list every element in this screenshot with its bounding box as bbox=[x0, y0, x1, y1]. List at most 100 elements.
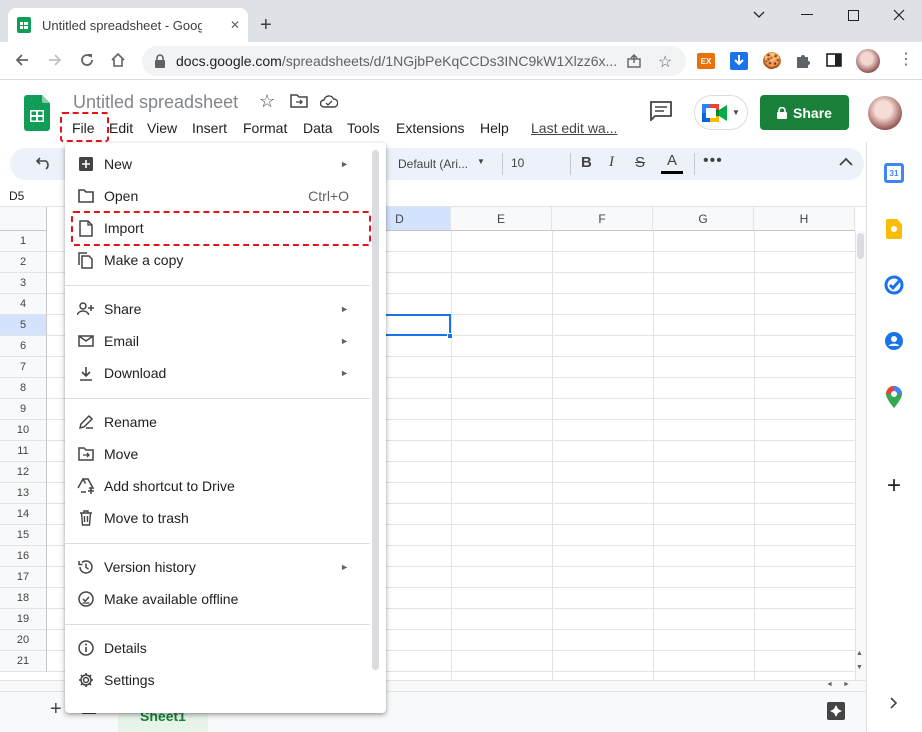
row-header[interactable]: 8 bbox=[0, 378, 47, 399]
back-arrow-icon[interactable] bbox=[12, 50, 32, 70]
menu-item-version-history[interactable]: Version history ► bbox=[65, 551, 375, 583]
expand-side-panel-icon[interactable] bbox=[877, 686, 911, 720]
menu-item-settings[interactable]: Settings bbox=[65, 664, 375, 696]
select-all-corner[interactable] bbox=[0, 207, 47, 231]
contacts-icon[interactable] bbox=[877, 324, 911, 358]
menu-item-move[interactable]: Move bbox=[65, 438, 375, 470]
row-header[interactable]: 10 bbox=[0, 420, 47, 441]
vertical-scrollbar[interactable] bbox=[855, 231, 866, 683]
menu-item-make-available-offline[interactable]: Make available offline bbox=[65, 583, 375, 615]
column-header-g[interactable]: G bbox=[653, 207, 754, 231]
share-page-icon[interactable] bbox=[626, 53, 642, 69]
row-header[interactable]: 1 bbox=[0, 231, 47, 252]
star-icon[interactable]: ☆ bbox=[259, 91, 275, 112]
comments-icon[interactable] bbox=[650, 101, 672, 121]
more-options-icon[interactable]: ••• bbox=[703, 152, 723, 170]
menu-item-add-shortcut[interactable]: Add shortcut to Drive bbox=[65, 470, 375, 502]
close-window-icon[interactable] bbox=[876, 0, 922, 30]
menu-item-download[interactable]: Download ► bbox=[65, 357, 375, 389]
menu-item-move-to-trash[interactable]: Move to trash bbox=[65, 502, 375, 534]
profile-avatar[interactable] bbox=[856, 49, 880, 73]
menu-item-open[interactable]: Open Ctrl+O bbox=[65, 180, 375, 212]
maximize-window-icon[interactable] bbox=[830, 0, 876, 30]
column-header-h[interactable]: H bbox=[754, 207, 855, 231]
keep-icon[interactable] bbox=[877, 212, 911, 246]
scroll-left-arrow-icon[interactable]: ◄ bbox=[826, 681, 833, 688]
column-header-e[interactable]: E bbox=[451, 207, 552, 231]
menu-insert[interactable]: Insert bbox=[187, 119, 232, 137]
explore-icon[interactable] bbox=[826, 701, 846, 721]
menu-data[interactable]: Data bbox=[298, 119, 338, 137]
row-header[interactable]: 11 bbox=[0, 441, 47, 462]
row-header[interactable]: 5 bbox=[0, 315, 47, 336]
row-header[interactable]: 12 bbox=[0, 462, 47, 483]
menu-item-email[interactable]: Email ► bbox=[65, 325, 375, 357]
cookie-icon[interactable]: 🍪 bbox=[762, 51, 782, 71]
menu-view[interactable]: View bbox=[142, 119, 182, 137]
undo-icon[interactable] bbox=[36, 156, 52, 170]
font-family-dropdown-icon[interactable]: ▼ bbox=[477, 157, 485, 166]
forward-arrow-icon[interactable] bbox=[45, 50, 65, 70]
italic-icon[interactable]: I bbox=[609, 154, 614, 171]
row-header[interactable]: 6 bbox=[0, 336, 47, 357]
minimize-window-icon[interactable] bbox=[784, 0, 830, 30]
home-icon[interactable] bbox=[108, 50, 128, 70]
new-tab-icon[interactable]: + bbox=[260, 14, 272, 37]
reload-icon[interactable] bbox=[77, 50, 97, 70]
scroll-right-arrow-icon[interactable]: ► bbox=[843, 681, 850, 688]
cloud-status-icon[interactable] bbox=[320, 95, 338, 108]
chevron-down-icon[interactable] bbox=[736, 0, 782, 30]
menu-item-make-a-copy[interactable]: Make a copy bbox=[65, 244, 375, 276]
row-header[interactable]: 4 bbox=[0, 294, 47, 315]
collapse-toolbar-icon[interactable] bbox=[839, 157, 853, 166]
scroll-up-arrow-icon[interactable]: ▲ bbox=[856, 650, 863, 657]
row-header[interactable]: 20 bbox=[0, 630, 47, 651]
browser-tab[interactable]: Untitled spreadsheet - Google S ✕ bbox=[8, 8, 248, 42]
menu-item-share[interactable]: Share ► bbox=[65, 293, 375, 325]
share-button[interactable]: Share bbox=[760, 95, 849, 130]
move-folder-icon[interactable] bbox=[290, 94, 308, 108]
bold-icon[interactable]: B bbox=[581, 154, 592, 171]
add-addon-icon[interactable]: + bbox=[877, 469, 911, 503]
row-header[interactable]: 21 bbox=[0, 651, 47, 672]
menu-edit[interactable]: Edit bbox=[104, 119, 138, 137]
row-header[interactable]: 7 bbox=[0, 357, 47, 378]
meet-button[interactable]: ▼ bbox=[694, 95, 748, 130]
scroll-down-arrow-icon[interactable]: ▼ bbox=[856, 664, 863, 671]
menu-tools[interactable]: Tools bbox=[342, 119, 385, 137]
name-box[interactable]: D5 bbox=[9, 189, 24, 203]
lock-icon[interactable] bbox=[154, 54, 166, 68]
menu-format[interactable]: Format bbox=[238, 119, 292, 137]
bookmark-star-icon[interactable]: ☆ bbox=[658, 52, 672, 72]
account-avatar[interactable] bbox=[868, 96, 902, 130]
browser-menu-icon[interactable]: ⋮ bbox=[898, 52, 914, 68]
font-family-select[interactable]: Default (Ari... bbox=[398, 157, 468, 171]
add-sheet-icon[interactable]: + bbox=[50, 698, 62, 721]
menu-help[interactable]: Help bbox=[475, 119, 514, 137]
strikethrough-icon[interactable]: S bbox=[635, 154, 645, 171]
text-color-icon[interactable]: A bbox=[661, 152, 683, 176]
row-header[interactable]: 9 bbox=[0, 399, 47, 420]
menu-item-details[interactable]: Details bbox=[65, 632, 375, 664]
vertical-scroll-thumb[interactable] bbox=[857, 233, 864, 259]
column-header-f[interactable]: F bbox=[552, 207, 653, 231]
row-header[interactable]: 14 bbox=[0, 504, 47, 525]
row-header[interactable]: 19 bbox=[0, 609, 47, 630]
row-header[interactable]: 15 bbox=[0, 525, 47, 546]
address-bar[interactable]: docs.google.com/spreadsheets/d/1NGjbPeKq… bbox=[142, 46, 686, 76]
sheets-logo-icon[interactable] bbox=[24, 95, 50, 131]
side-panel-icon[interactable] bbox=[826, 52, 842, 68]
document-title[interactable]: Untitled spreadsheet bbox=[73, 92, 238, 113]
row-header[interactable]: 17 bbox=[0, 567, 47, 588]
tasks-icon[interactable] bbox=[877, 268, 911, 302]
row-header[interactable]: 2 bbox=[0, 252, 47, 273]
puzzle-extensions-icon[interactable] bbox=[794, 52, 812, 70]
row-header[interactable]: 16 bbox=[0, 546, 47, 567]
row-header[interactable]: 13 bbox=[0, 483, 47, 504]
row-header[interactable]: 3 bbox=[0, 273, 47, 294]
row-header[interactable]: 18 bbox=[0, 588, 47, 609]
fill-handle[interactable] bbox=[447, 333, 453, 339]
menu-extensions[interactable]: Extensions bbox=[391, 119, 469, 137]
menu-item-rename[interactable]: Rename bbox=[65, 406, 375, 438]
download-extension-icon[interactable] bbox=[730, 52, 748, 70]
